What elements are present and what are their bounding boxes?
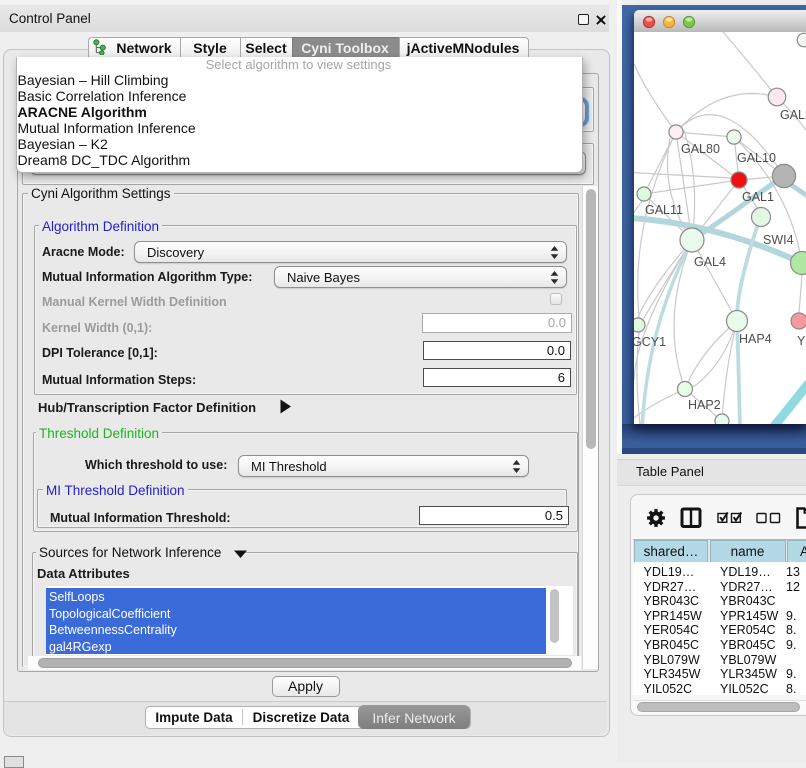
svg-text:HAP4: HAP4: [739, 332, 772, 346]
svg-text:SWI4: SWI4: [763, 233, 794, 247]
svg-text:GAL2: GAL2: [780, 108, 806, 122]
svg-text:GAL1: GAL1: [742, 190, 774, 204]
svg-text:GAL80: GAL80: [681, 142, 720, 156]
svg-text:GAL10: GAL10: [737, 151, 776, 165]
svg-text:GCY1: GCY1: [634, 335, 666, 349]
svg-text:GAL11: GAL11: [645, 203, 683, 217]
svg-text:HAP2: HAP2: [688, 398, 721, 412]
svg-text:Y: Y: [797, 334, 806, 348]
svg-text:GAL4: GAL4: [694, 255, 726, 269]
